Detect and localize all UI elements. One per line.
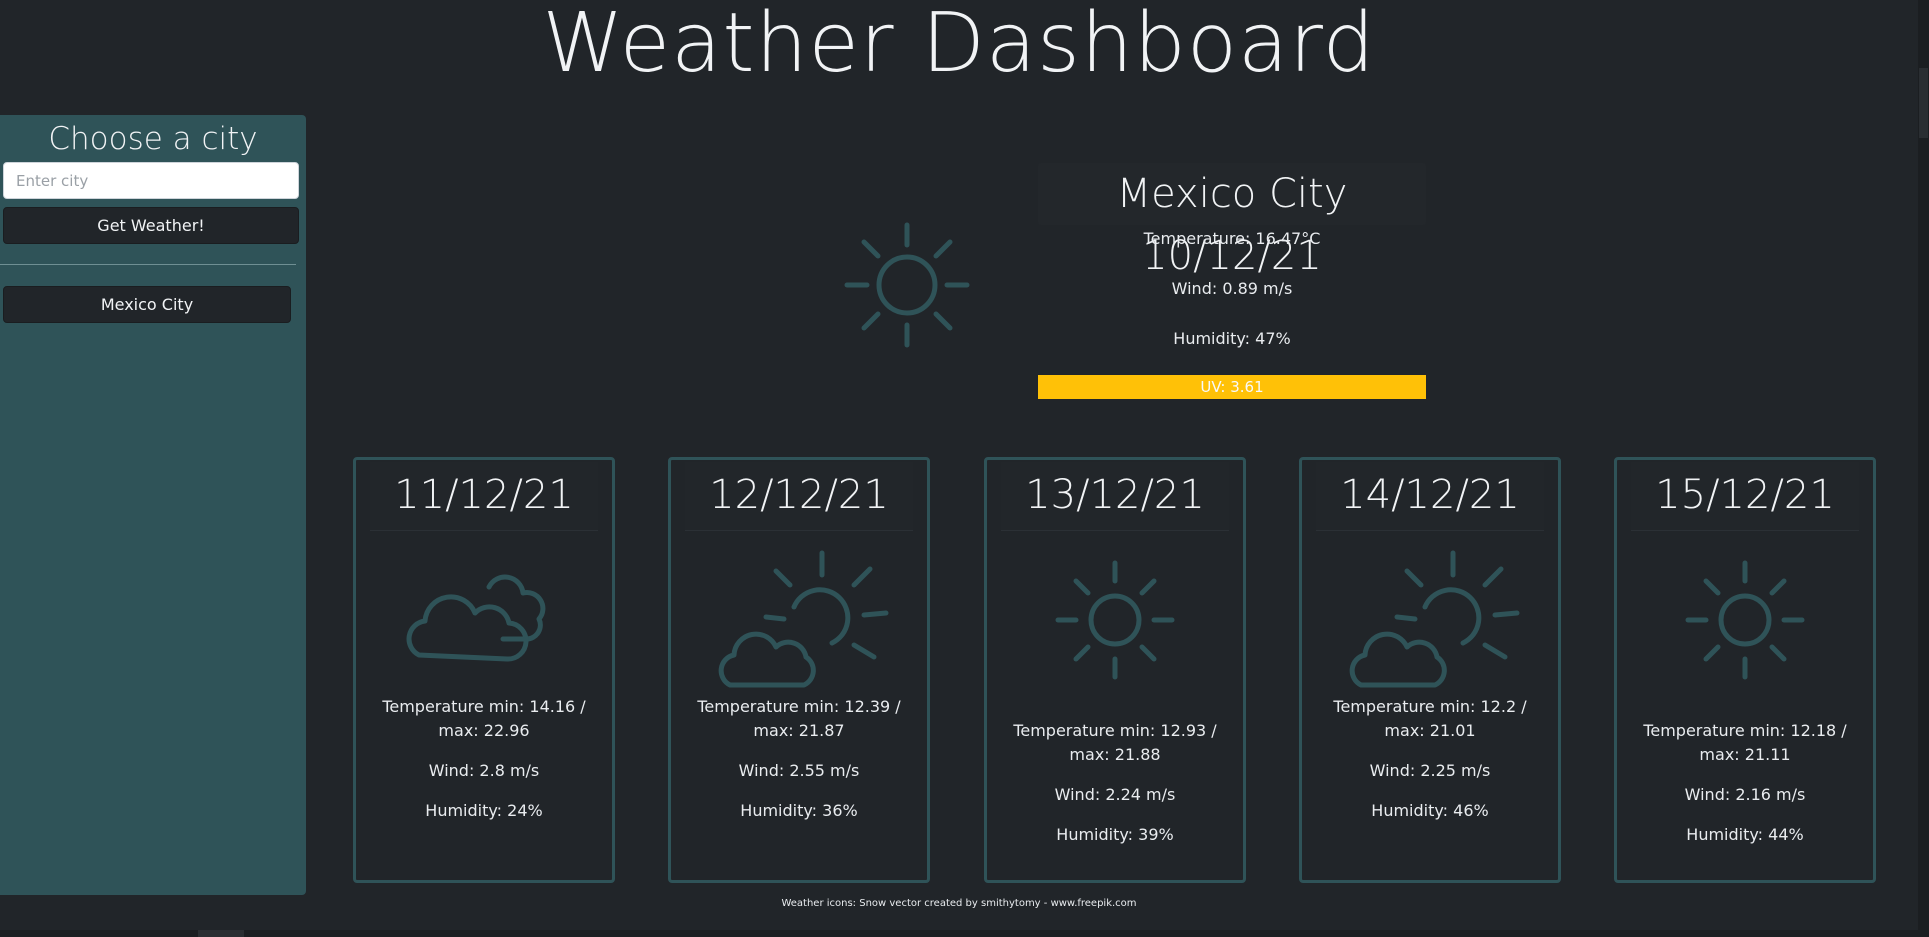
forecast-humidity: Humidity: 39% — [1056, 825, 1174, 844]
forecast-date: 14/12/21 — [1316, 462, 1544, 531]
forecast-date: 13/12/21 — [1001, 462, 1229, 531]
get-weather-button[interactable]: Get Weather! — [3, 207, 299, 244]
forecast-wind: Wind: 2.16 m/s — [1684, 785, 1806, 804]
forecast-temperature: Temperature min: 12.93 / max: 21.88 — [1013, 721, 1217, 764]
uv-index-badge: UV: 3.61 — [1038, 375, 1426, 399]
forecast-card: 12/12/21 Temperature min: 12.39 / max: 2… — [668, 457, 930, 883]
vertical-scrollbar[interactable] — [1918, 0, 1929, 937]
city-search-input[interactable] — [3, 162, 299, 199]
horizontal-scroll-thumb[interactable] — [198, 930, 244, 937]
forecast-wind: Wind: 2.25 m/s — [1369, 761, 1491, 780]
forecast-humidity: Humidity: 44% — [1686, 825, 1804, 844]
vertical-scroll-thumb[interactable] — [1919, 68, 1928, 138]
forecast-temperature: Temperature min: 12.2 / max: 21.01 — [1333, 697, 1527, 740]
current-city-title: Mexico City 10/12/21 — [1038, 163, 1426, 279]
sidebar-divider — [0, 264, 296, 265]
forecast-card: 11/12/21 Temperature min: 14.16 / max: 2… — [353, 457, 615, 883]
sun-icon — [1055, 560, 1175, 680]
forecast-date: 15/12/21 — [1631, 462, 1859, 531]
forecast-card: 13/12/21 Temperature min: 12.93 / max: 2… — [984, 457, 1246, 883]
forecast-temperature: Temperature min: 12.18 / max: 21.11 — [1643, 721, 1847, 764]
forecast-date: 12/12/21 — [685, 462, 913, 531]
forecast-temperature: Temperature min: 14.16 / max: 22.96 — [382, 697, 586, 740]
icon-credit-footer: Weather icons: Snow vector created by sm… — [781, 898, 1137, 909]
current-wind: Wind: 0.89 m/s — [1171, 279, 1293, 298]
forecast-card: 14/12/21 Temperature min: 12.2 / max: 21… — [1299, 457, 1561, 883]
forecast-humidity: Humidity: 36% — [740, 801, 858, 820]
page-title: Weather Dashboard — [542, 0, 1376, 91]
sun-behind-cloud-icon — [718, 550, 889, 688]
forecast-humidity: Humidity: 46% — [1371, 801, 1489, 820]
forecast-card: 15/12/21 Temperature min: 12.18 / max: 2… — [1614, 457, 1876, 883]
sidebar-title: Choose a city — [48, 121, 258, 157]
horizontal-scrollbar[interactable] — [0, 930, 1918, 937]
forecast-wind: Wind: 2.8 m/s — [428, 761, 540, 780]
current-humidity: Humidity: 47% — [1173, 329, 1291, 348]
forecast-wind: Wind: 2.55 m/s — [738, 761, 860, 780]
history-city-button[interactable]: Mexico City — [3, 286, 291, 323]
clouds-icon — [406, 574, 546, 662]
forecast-wind: Wind: 2.24 m/s — [1054, 785, 1176, 804]
sun-icon — [844, 222, 970, 348]
forecast-temperature: Temperature min: 12.39 / max: 21.87 — [697, 697, 901, 740]
current-weather-panel: Mexico City 10/12/21 Temperature: 16.47°… — [1038, 163, 1426, 399]
forecast-date: 11/12/21 — [370, 462, 598, 531]
city-sidebar: Choose a city Get Weather! Mexico City — [0, 115, 306, 895]
forecast-humidity: Humidity: 24% — [425, 801, 543, 820]
sun-behind-cloud-icon — [1349, 550, 1520, 688]
sun-icon — [1685, 560, 1805, 680]
